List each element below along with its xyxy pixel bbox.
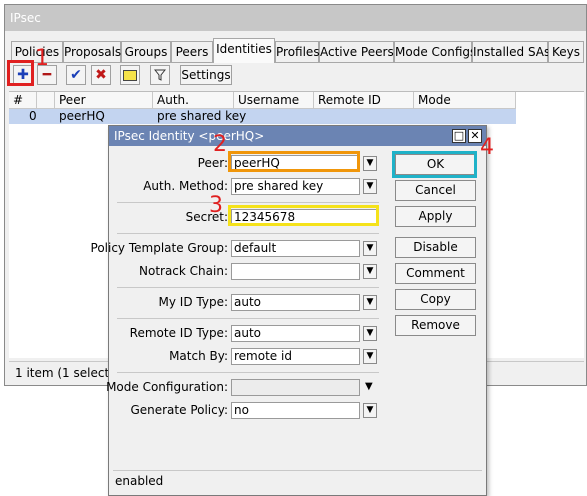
maximize-button[interactable]: □: [452, 129, 466, 143]
tab-profiles[interactable]: Profiles: [275, 41, 320, 63]
close-icon: ✕: [470, 129, 480, 142]
match-by-dropdown-button[interactable]: ▼: [363, 349, 377, 364]
ok-button[interactable]: OK: [395, 154, 476, 175]
note-icon: [123, 70, 137, 81]
comment-button[interactable]: [120, 65, 140, 85]
tab-proposals[interactable]: Proposals: [63, 41, 121, 63]
row-peer: peerHQ: [59, 109, 105, 123]
divider: [117, 372, 379, 373]
col-header-num[interactable]: #: [9, 92, 37, 109]
match-by-field[interactable]: remote id: [231, 348, 360, 365]
row-num: 0: [29, 109, 37, 123]
generate-policy-dropdown-button[interactable]: ▼: [363, 403, 377, 418]
notrack-chain-field[interactable]: [231, 263, 360, 280]
chevron-down-icon: ▼: [366, 351, 374, 361]
annotation-2: 2: [213, 132, 227, 157]
check-icon: ✔: [70, 67, 82, 83]
tab-installed-sas[interactable]: Installed SAs: [472, 41, 550, 63]
col-header-flag[interactable]: [37, 92, 55, 109]
policy-template-group-field[interactable]: default: [231, 240, 360, 257]
plus-icon: ✚: [17, 67, 29, 83]
remove-button[interactable]: Remove: [395, 315, 476, 336]
add-button[interactable]: ✚: [13, 65, 33, 85]
chevron-down-icon: ▼: [366, 405, 374, 415]
secret-field[interactable]: 12345678: [231, 209, 377, 226]
chevron-down-icon: ▼: [366, 328, 374, 338]
x-icon: ✖: [95, 67, 107, 83]
filter-button[interactable]: [150, 65, 170, 85]
ipsec-identity-dialog: IPsec Identity <peerHQ> □ ✕ Peer: peerHQ…: [91, 125, 487, 496]
auth-method-field[interactable]: pre shared key: [231, 178, 360, 195]
notrack-chain-dropdown-button[interactable]: ▼: [363, 264, 377, 279]
my-id-type-label: My ID Type:: [158, 295, 228, 309]
tab-groups[interactable]: Groups: [121, 41, 171, 63]
mode-configuration-field[interactable]: [231, 379, 360, 396]
match-by-label: Match By:: [169, 349, 228, 363]
col-header-username[interactable]: Username: [234, 92, 314, 109]
peer-label: Peer:: [197, 156, 228, 170]
remote-id-type-dropdown-button[interactable]: ▼: [363, 326, 377, 341]
divider: [117, 318, 379, 319]
col-header-remote-id[interactable]: Remote ID: [314, 92, 414, 109]
remote-id-type-field[interactable]: auto: [231, 325, 360, 342]
chevron-down-icon: ▼: [366, 181, 374, 191]
dialog-title: IPsec Identity <peerHQ>: [109, 126, 486, 146]
annotation-4: 4: [480, 135, 494, 160]
chevron-down-icon: ▼: [366, 266, 374, 276]
chevron-down-icon: ▼: [366, 158, 374, 168]
apply-button[interactable]: Apply: [395, 206, 476, 227]
generate-policy-field[interactable]: no: [231, 402, 360, 419]
peer-field[interactable]: peerHQ: [231, 155, 360, 172]
tab-mode-configs[interactable]: Mode Configs: [394, 41, 476, 63]
tab-identities[interactable]: Identities: [213, 38, 275, 63]
comment-button[interactable]: Comment: [395, 263, 476, 284]
notrack-chain-label: Notrack Chain:: [139, 264, 228, 278]
mode-configuration-label: Mode Configuration:: [106, 380, 228, 394]
window-title: IPsec: [5, 5, 586, 31]
my-id-type-field[interactable]: auto: [231, 294, 360, 311]
maximize-icon: □: [453, 129, 465, 142]
tab-active-peers[interactable]: Active Peers: [319, 41, 394, 63]
divider: [117, 233, 379, 234]
copy-button[interactable]: Copy: [395, 289, 476, 310]
my-id-type-dropdown-button[interactable]: ▼: [363, 295, 377, 310]
cancel-button[interactable]: Cancel: [395, 180, 476, 201]
disable-button[interactable]: Disable: [395, 237, 476, 258]
divider: [117, 287, 379, 288]
peer-dropdown-button[interactable]: ▼: [363, 156, 377, 171]
remote-id-type-label: Remote ID Type:: [129, 326, 228, 340]
settings-button[interactable]: Settings: [180, 65, 232, 85]
enable-button[interactable]: ✔: [66, 65, 86, 85]
divider: [117, 202, 379, 203]
chevron-down-icon: ▼: [366, 297, 374, 307]
mode-configuration-expand-icon[interactable]: ▼: [365, 381, 373, 392]
generate-policy-label: Generate Policy:: [130, 403, 228, 417]
filter-icon: [153, 69, 167, 81]
disable-button[interactable]: ✖: [91, 65, 111, 85]
dialog-status: enabled: [113, 470, 482, 491]
col-header-mode-configuration[interactable]: Mode Configuration: [414, 92, 516, 124]
annotation-3: 3: [209, 193, 223, 218]
chevron-down-icon: ▼: [366, 243, 374, 253]
tab-peers[interactable]: Peers: [171, 41, 213, 63]
auth-method-label: Auth. Method:: [143, 179, 228, 193]
auth-method-dropdown-button[interactable]: ▼: [363, 179, 377, 194]
row-auth-method: pre shared key: [157, 109, 247, 123]
tab-keys[interactable]: Keys: [548, 41, 584, 63]
col-header-auth-method[interactable]: Auth. Method: [153, 92, 234, 124]
col-header-peer[interactable]: Peer: [55, 92, 153, 109]
policy-template-group-dropdown-button[interactable]: ▼: [363, 241, 377, 256]
annotation-1: 1: [35, 46, 49, 71]
policy-template-group-label: Policy Template Group:: [90, 241, 228, 255]
